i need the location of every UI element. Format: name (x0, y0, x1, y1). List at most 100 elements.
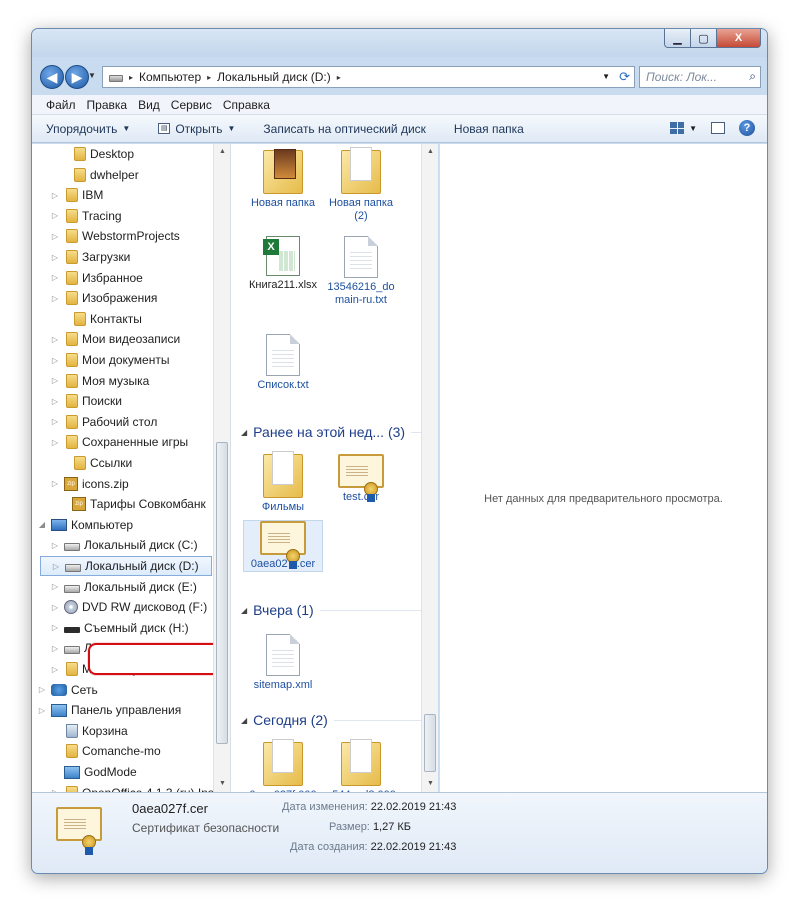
nav-item[interactable]: ▷ Локальный диск (C:) (50, 535, 198, 555)
refresh-icon[interactable]: ⟳ (619, 69, 630, 85)
nav-scrollbar[interactable]: ▲ ▼ (213, 144, 230, 792)
nav-item[interactable]: ▷ DVD RW дисковод (F:) (50, 597, 207, 617)
expand-arrow-icon[interactable]: ▷ (50, 356, 60, 365)
group-header[interactable]: ◢ Сегодня (2) (241, 712, 421, 728)
preview-pane-icon[interactable] (711, 122, 725, 134)
scroll-thumb[interactable] (424, 714, 436, 772)
expand-arrow-icon[interactable]: ▷ (50, 232, 60, 241)
expand-arrow-icon[interactable]: ▷ (50, 665, 60, 674)
menu-help[interactable]: Справка (223, 98, 270, 112)
nav-item[interactable]: ▷ Поиски (50, 391, 122, 411)
nav-item[interactable]: Comanche-mo (50, 741, 161, 761)
nav-item[interactable]: dwhelper (58, 165, 139, 185)
breadcrumb-drive-d[interactable]: Локальный диск (D:) (217, 70, 331, 84)
history-dropdown-icon[interactable]: ▼ (88, 71, 96, 80)
nav-item[interactable]: ▷ Сеть (37, 680, 98, 700)
scroll-up-icon[interactable]: ▲ (219, 148, 226, 155)
files-scrollbar[interactable]: ▲ ▼ (421, 144, 438, 792)
expand-arrow-icon[interactable]: ▷ (37, 685, 47, 694)
file-item[interactable]: Новая папка (243, 149, 323, 210)
new-folder-button[interactable]: Новая папка (454, 122, 524, 136)
burn-button[interactable]: Записать на оптический диск (263, 122, 426, 136)
expand-arrow-icon[interactable]: ▷ (50, 211, 60, 220)
nav-item[interactable]: ▷ WebstormProjects (50, 226, 180, 246)
collapse-group-icon[interactable]: ◢ (241, 606, 247, 615)
nav-item[interactable]: ▷OpenOffice 4.1.3 (ru) Ins (50, 783, 214, 792)
menu-view[interactable]: Вид (138, 98, 160, 112)
expand-arrow-icon[interactable]: ▷ (50, 191, 60, 200)
help-icon[interactable]: ? (739, 120, 755, 136)
nav-item[interactable]: ▷ Избранное (50, 268, 143, 288)
nav-item[interactable]: ▷ Загрузки (50, 247, 130, 267)
menu-tools[interactable]: Сервис (171, 98, 212, 112)
nav-item[interactable]: ◢ Компьютер (37, 515, 133, 535)
close-button[interactable]: X (717, 29, 761, 48)
forward-button[interactable]: ▶ (65, 65, 89, 89)
scroll-down-icon[interactable]: ▼ (219, 780, 226, 787)
nav-item[interactable]: ▷ Мои документы (50, 350, 169, 370)
nav-item[interactable]: ▷ Моя музыка (50, 371, 149, 391)
group-header[interactable]: ◢ Ранее на этой нед... (3) (241, 424, 421, 440)
nav-item[interactable]: GodMode (50, 762, 137, 782)
file-item[interactable]: test.cer (321, 454, 401, 504)
scroll-up-icon[interactable]: ▲ (427, 148, 434, 155)
file-item[interactable]: 13546216_domain-ru.txt (321, 236, 401, 307)
expand-arrow-icon[interactable]: ▷ (50, 335, 60, 344)
search-icon[interactable]: ⌕ (749, 69, 756, 84)
file-item[interactable]: X Книга211.xlsx (243, 236, 323, 292)
expand-arrow-icon[interactable]: ▷ (37, 706, 47, 715)
nav-item[interactable]: ▷ Мои видеозаписи (50, 329, 180, 349)
nav-item[interactable]: ▷ Tracing (50, 206, 122, 226)
change-view-button[interactable]: ▼ (670, 122, 697, 134)
expand-arrow-icon[interactable]: ▷ (50, 582, 60, 591)
nav-item[interactable]: ▷ Локальный диск (D:) (40, 556, 212, 576)
nav-item[interactable]: Корзина (50, 721, 128, 741)
collapse-group-icon[interactable]: ◢ (241, 716, 247, 725)
nav-item[interactable]: ▷ zip icons.zip (50, 474, 129, 494)
expand-arrow-icon[interactable]: ▷ (50, 603, 60, 612)
nav-item[interactable]: ▷ Сохраненные игры (50, 432, 188, 452)
scroll-down-icon[interactable]: ▼ (427, 780, 434, 787)
maximize-button[interactable]: ▢ (691, 29, 717, 48)
collapse-arrow-icon[interactable]: ◢ (37, 520, 47, 529)
nav-item[interactable]: Ссылки (58, 453, 132, 473)
nav-item[interactable]: ▷ Изображения (50, 288, 157, 308)
nav-item[interactable]: ▷ Рабочий стол (50, 412, 157, 432)
address-dropdown-icon[interactable]: ▼ (602, 72, 610, 81)
breadcrumb-separator[interactable]: ▸ (337, 73, 341, 82)
scroll-thumb[interactable] (216, 442, 228, 744)
file-item[interactable]: Список.txt (243, 334, 323, 392)
file-item[interactable]: Фильмы (243, 451, 323, 514)
file-item[interactable]: sitemap.xml (243, 634, 323, 692)
nav-item[interactable]: ▷ Съемный диск (H:) (50, 618, 189, 638)
address-bar[interactable]: ▸ Компьютер ▸ Локальный диск (D:) ▸ ▼ ⟳ (102, 66, 635, 88)
expand-arrow-icon[interactable]: ▷ (50, 438, 60, 447)
expand-arrow-icon[interactable]: ▷ (51, 562, 61, 571)
nav-item[interactable]: Контакты (58, 309, 142, 329)
expand-arrow-icon[interactable]: ▷ (50, 294, 60, 303)
expand-arrow-icon[interactable]: ▷ (50, 479, 60, 488)
expand-arrow-icon[interactable]: ▷ (50, 623, 60, 632)
nav-item[interactable]: zip Тарифы Совкомбанк (58, 494, 206, 514)
breadcrumb-computer[interactable]: Компьютер (139, 70, 201, 84)
expand-arrow-icon[interactable]: ▷ (50, 253, 60, 262)
menu-file[interactable]: Файл (46, 98, 76, 112)
nav-item[interactable]: ▷ Локальный диск (E:) (50, 577, 197, 597)
collapse-group-icon[interactable]: ◢ (241, 428, 247, 437)
nav-item[interactable]: ▷ IBM (50, 185, 103, 205)
open-button[interactable]: ▤ Открыть ▼ (158, 122, 235, 136)
search-box[interactable]: Поиск: Лок... ⌕ (639, 66, 761, 88)
expand-arrow-icon[interactable]: ▷ (50, 417, 60, 426)
group-header[interactable]: ◢ Вчера (1) (241, 602, 421, 618)
back-button[interactable]: ◀ (40, 65, 64, 89)
file-item[interactable]: Новая папка (2) (321, 147, 401, 223)
expand-arrow-icon[interactable]: ▷ (50, 644, 60, 653)
minimize-button[interactable]: ▁ (664, 29, 691, 48)
nav-item[interactable]: Desktop (58, 144, 134, 164)
organize-button[interactable]: Упорядочить ▼ (46, 122, 130, 136)
file-item[interactable]: 0aea027f.cer (243, 520, 323, 572)
search-input[interactable]: Поиск: Лок... (646, 70, 717, 84)
nav-item[interactable]: ▷ Панель управления (37, 700, 181, 720)
expand-arrow-icon[interactable]: ▷ (50, 397, 60, 406)
expand-arrow-icon[interactable]: ▷ (50, 541, 60, 550)
